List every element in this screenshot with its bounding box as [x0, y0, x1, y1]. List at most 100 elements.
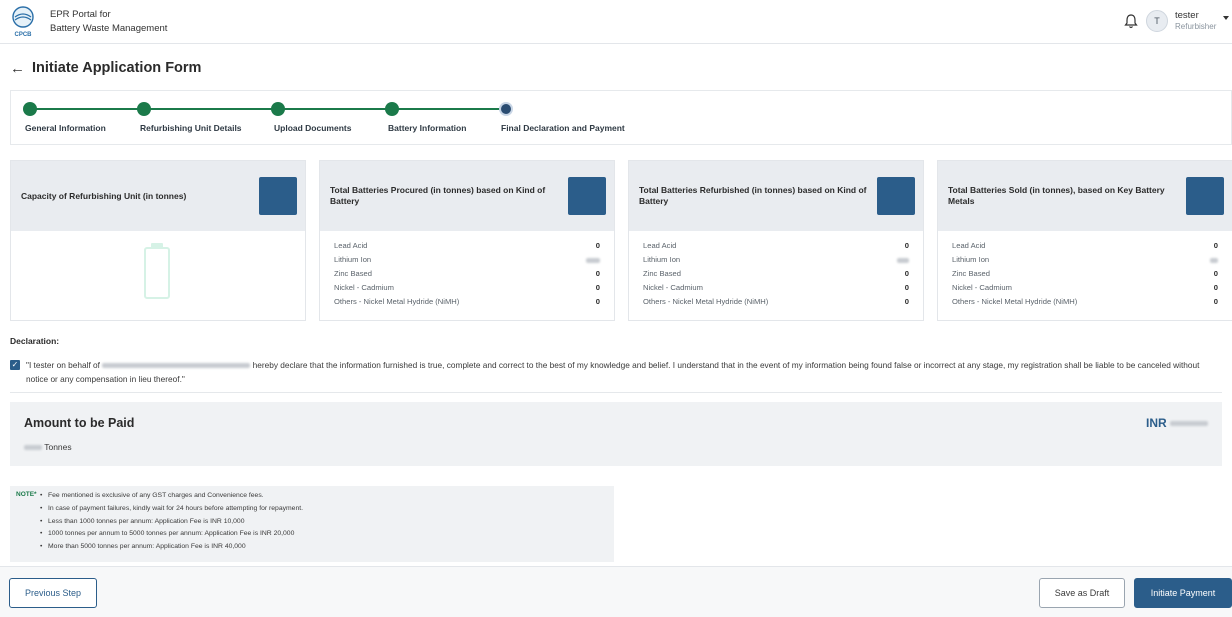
row-value: 0 [1213, 269, 1218, 278]
card-icon [568, 177, 606, 215]
card-icon [259, 177, 297, 215]
row-value-redacted [897, 255, 909, 264]
list-item: Nickel - Cadmium 0 [334, 283, 600, 297]
list-item: Nickel - Cadmium 0 [643, 283, 909, 297]
row-value: 0 [904, 241, 909, 250]
card-icon [877, 177, 915, 215]
card-header: Total Batteries Sold (in tonnes), based … [938, 161, 1232, 231]
row-value: 0 [1213, 241, 1218, 250]
step-connector [393, 108, 503, 110]
row-value: 0 [1213, 297, 1218, 306]
user-name[interactable]: tester [1175, 10, 1199, 21]
row-value-redacted [586, 255, 600, 264]
step-label-battery-information[interactable]: Battery Information [388, 123, 466, 133]
step-4-complete-dot[interactable] [385, 102, 399, 116]
list-item: Zinc Based 0 [643, 269, 909, 283]
row-label: Lead Acid [643, 241, 677, 250]
amount-panel: Amount to be Paid Tonnes INR [10, 402, 1222, 466]
step-1-complete-dot[interactable] [23, 102, 37, 116]
row-label: Lead Acid [334, 241, 368, 250]
row-label: Nickel - Cadmium [643, 283, 703, 292]
card-title: Capacity of Refurbishing Unit (in tonnes… [21, 191, 187, 201]
row-label: Lithium Ion [952, 255, 990, 264]
top-header: CPCB EPR Portal for Battery Waste Manage… [0, 0, 1232, 44]
row-label: Lead Acid [952, 241, 986, 250]
row-value: 0 [595, 297, 600, 306]
step-5-current-dot[interactable] [499, 102, 513, 116]
row-value-redacted [1210, 255, 1218, 264]
amount-title: Amount to be Paid [24, 416, 135, 430]
list-item: Others - Nickel Metal Hydride (NiMH) 0 [952, 297, 1218, 311]
avatar[interactable]: T [1146, 10, 1168, 32]
redacted-tonnes-value [24, 445, 42, 451]
procured-card: Total Batteries Procured (in tonnes) bas… [319, 160, 615, 321]
row-label: Zinc Based [643, 269, 681, 278]
refurbished-card: Total Batteries Refurbished (in tonnes) … [628, 160, 924, 321]
list-item: Lithium Ion [952, 255, 1218, 269]
logo-text: CPCB [14, 32, 32, 38]
card-header: Total Batteries Refurbished (in tonnes) … [629, 161, 923, 231]
row-value: 0 [904, 269, 909, 278]
redacted-amount-value [1170, 421, 1208, 427]
row-value: 0 [595, 283, 600, 292]
list-item: Zinc Based 0 [952, 269, 1218, 283]
bell-icon[interactable] [1124, 13, 1138, 29]
list-item: Lithium Ion [334, 255, 600, 269]
row-label: Others - Nickel Metal Hydride (NiMH) [643, 297, 769, 306]
list-item: Nickel - Cadmium 0 [952, 283, 1218, 297]
step-label-final-declaration-and-payment[interactable]: Final Declaration and Payment [501, 123, 625, 133]
step-label-upload-documents[interactable]: Upload Documents [274, 123, 351, 133]
step-label-general-information[interactable]: General Information [25, 123, 106, 133]
currency-label: INR [1145, 416, 1167, 430]
list-item: Others - Nickel Metal Hydride (NiMH) 0 [643, 297, 909, 311]
card-icon [1186, 177, 1224, 215]
card-title: Total Batteries Procured (in tonnes) bas… [330, 185, 546, 206]
step-3-complete-dot[interactable] [271, 102, 285, 116]
back-arrow-icon[interactable]: ← [10, 60, 25, 77]
card-title: Total Batteries Sold (in tonnes), based … [948, 185, 1165, 206]
cpcb-logo: CPCB [12, 6, 34, 38]
list-item: Lead Acid 0 [643, 241, 909, 255]
declaration-checkbox[interactable]: ✓ [10, 360, 20, 370]
list-item: Zinc Based 0 [334, 269, 600, 283]
page-title: Initiate Application Form [32, 60, 202, 76]
row-label: Nickel - Cadmium [334, 283, 394, 292]
list-item: Lithium Ion [643, 255, 909, 269]
card-title: Total Batteries Refurbished (in tonnes) … [639, 185, 867, 206]
list-item: Lead Acid 0 [952, 241, 1218, 255]
step-label-refurbishing-unit-details[interactable]: Refurbishing Unit Details [140, 123, 242, 133]
note-item: In case of payment failures, kindly wait… [40, 503, 303, 516]
row-value: 0 [595, 241, 600, 250]
row-value: 0 [904, 283, 909, 292]
row-label: Nickel - Cadmium [952, 283, 1012, 292]
note-list: Fee mentioned is exclusive of any GST ch… [40, 490, 303, 554]
amount-inr: INR [1146, 416, 1208, 430]
portal-title: EPR Portal for Battery Waste Management [50, 8, 167, 36]
step-connector [279, 108, 389, 110]
note-item: 1000 tonnes per annum to 5000 tonnes per… [40, 528, 303, 541]
save-as-draft-button[interactable]: Save as Draft [1039, 578, 1125, 608]
note-item: Fee mentioned is exclusive of any GST ch… [40, 490, 303, 503]
list-item: Lead Acid 0 [334, 241, 600, 255]
row-label: Others - Nickel Metal Hydride (NiMH) [334, 297, 460, 306]
note-tag: NOTE* [16, 491, 37, 498]
row-label: Others - Nickel Metal Hydride (NiMH) [952, 297, 1078, 306]
row-label: Lithium Ion [643, 255, 681, 264]
chevron-down-icon[interactable] [1223, 16, 1229, 20]
step-2-complete-dot[interactable] [137, 102, 151, 116]
battery-icon [144, 247, 170, 299]
portal-title-line2: Battery Waste Management [50, 23, 168, 34]
portal-title-line1: EPR Portal for [50, 9, 111, 20]
capacity-card: Capacity of Refurbishing Unit (in tonnes… [10, 160, 306, 321]
declaration-text: "I tester on behalf of hereby declare th… [26, 358, 1222, 386]
initiate-payment-button[interactable]: Initiate Payment [1134, 578, 1232, 608]
previous-step-button[interactable]: Previous Step [9, 578, 97, 608]
amount-tonnes: Tonnes [24, 442, 72, 452]
fee-note: NOTE* Fee mentioned is exclusive of any … [10, 486, 614, 562]
row-label: Zinc Based [952, 269, 990, 278]
note-item: Less than 1000 tonnes per annum: Applica… [40, 516, 303, 529]
declaration-label: Declaration: [10, 336, 60, 346]
footer-action-bar: Previous Step Save as Draft Initiate Pay… [0, 566, 1232, 617]
row-label: Lithium Ion [334, 255, 372, 264]
step-connector [150, 108, 275, 110]
